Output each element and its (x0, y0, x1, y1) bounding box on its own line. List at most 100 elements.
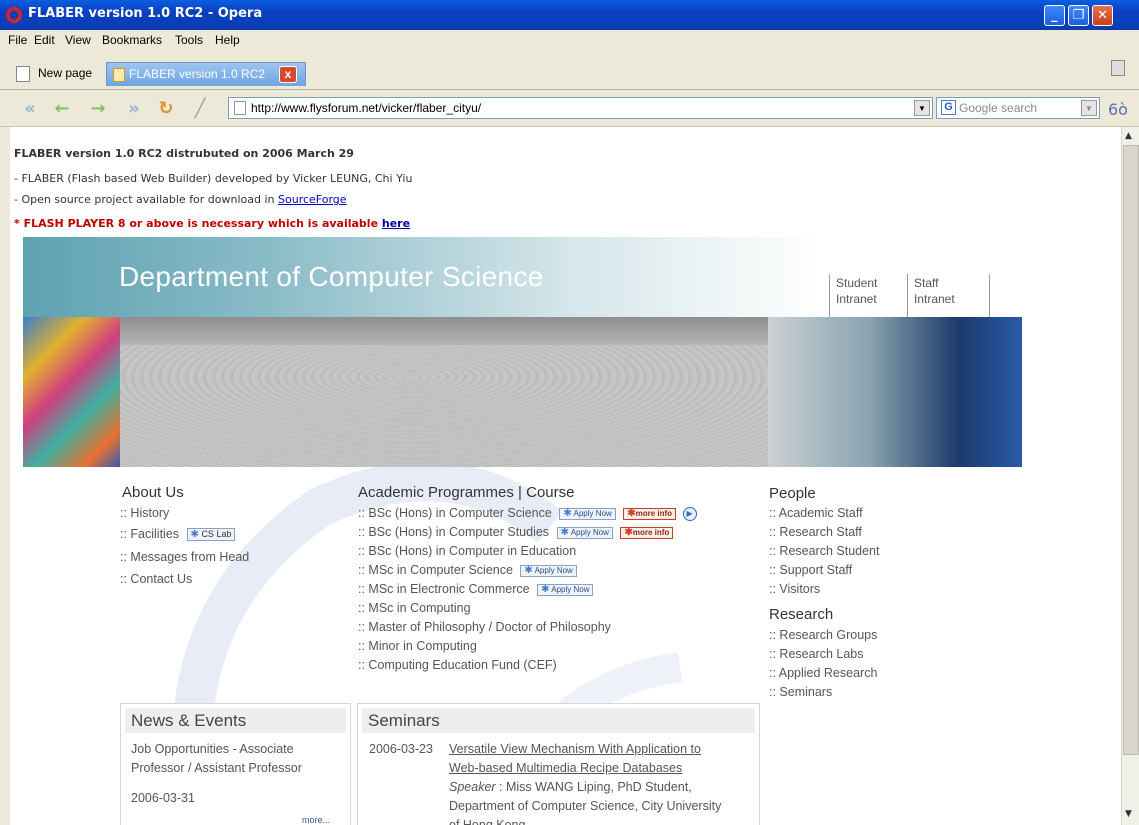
research-student-link[interactable]: :: Research Student (769, 544, 879, 558)
divider (907, 274, 908, 318)
trash-icon[interactable] (1111, 60, 1125, 76)
vertical-scrollbar[interactable]: ▲ ▼ (1121, 127, 1139, 825)
star-icon: ✱ (190, 529, 199, 541)
star-icon: ✱ (563, 507, 572, 519)
search-engine-dropdown-icon[interactable]: ▼ (1081, 100, 1097, 116)
bsc-computer-science-link[interactable]: :: BSc (Hons) in Computer Science (358, 506, 552, 520)
colorful-art-image (23, 317, 120, 467)
academic-item-row: :: BSc (Hons) in Computer Studies ✱ Appl… (358, 525, 674, 539)
news-more-link[interactable]: more... (302, 815, 330, 825)
apply-now-label: Apply Now (570, 527, 609, 537)
cs-lab-badge[interactable]: ✱ CS Lab (186, 528, 236, 542)
apply-now-label: Apply Now (551, 584, 590, 594)
applied-research-link[interactable]: :: Applied Research (769, 666, 877, 680)
web-page: FLABER version 1.0 RC2 distrubuted on 20… (10, 127, 1121, 825)
star-icon: ✱ (560, 526, 569, 538)
sourceforge-link[interactable]: SourceForge (278, 193, 347, 206)
academic-item-row: :: MSc in Computer Science ✱ Apply Now (358, 563, 577, 577)
research-staff-link[interactable]: :: Research Staff (769, 525, 862, 539)
close-tab-icon[interactable]: x (279, 66, 297, 83)
fast-forward-icon[interactable]: » (124, 99, 144, 119)
edit-icon[interactable]: ╱ (190, 99, 210, 119)
people-heading: People (769, 485, 816, 502)
divider (829, 274, 830, 318)
msc-computing-link[interactable]: :: MSc in Computing (358, 601, 471, 615)
title-bar: FLABER version 1.0 RC2 - Opera _ ❐ ✕ (0, 0, 1139, 30)
flash-warning-text: * FLASH PLAYER 8 or above is necessary w… (14, 217, 382, 230)
address-field[interactable]: http://www.flysforum.net/vicker/flaber_c… (228, 97, 933, 119)
menu-file[interactable]: File (8, 33, 27, 47)
star-icon: ✱ (524, 564, 533, 576)
bsc-computer-studies-link[interactable]: :: BSc (Hons) in Computer Studies (358, 525, 549, 539)
seminars-link[interactable]: :: Seminars (769, 685, 832, 699)
tab-new-page[interactable]: New page (10, 62, 104, 86)
maximize-button[interactable]: ❐ (1068, 5, 1089, 26)
minor-computing-link[interactable]: :: Minor in Computing (358, 639, 477, 653)
go-arrow-icon[interactable]: ▶ (682, 506, 697, 521)
flash-download-link[interactable]: here (382, 217, 410, 230)
about-history-link[interactable]: :: History (120, 506, 169, 520)
department-title: Department of Computer Science (119, 261, 544, 292)
menu-tools[interactable]: Tools (175, 33, 203, 47)
search-input[interactable]: G Google search ▼ (936, 97, 1100, 119)
seminar-date: 2006-03-23 (369, 742, 433, 756)
news-events-heading: News & Events (125, 708, 346, 733)
bsc-computer-education-link[interactable]: :: BSc (Hons) in Computer in Education (358, 544, 576, 558)
student-intranet-link[interactable]: Student Intranet (836, 275, 877, 307)
left-panel-edge (0, 127, 10, 825)
research-heading: Research (769, 606, 834, 623)
support-staff-link[interactable]: :: Support Staff (769, 563, 852, 577)
seminar-title-link-2[interactable]: Web-based Multimedia Recipe Databases (449, 759, 721, 778)
scrollbar-thumb[interactable] (1123, 145, 1139, 755)
flash-warning: * FLASH PLAYER 8 or above is necessary w… (14, 217, 410, 230)
google-icon: G (941, 100, 956, 115)
apply-now-badge[interactable]: ✱ Apply Now (556, 526, 613, 539)
research-labs-link[interactable]: :: Research Labs (769, 647, 864, 661)
research-groups-link[interactable]: :: Research Groups (769, 628, 877, 642)
staff-intranet-link[interactable]: Staff Intranet (914, 275, 955, 307)
star-icon: ✱ (627, 507, 636, 519)
scroll-down-icon[interactable]: ▼ (1125, 809, 1135, 819)
apply-now-label: Apply Now (534, 565, 573, 575)
students-computer-lab-image (768, 317, 1022, 467)
rewind-icon[interactable]: « (20, 99, 40, 119)
menu-help[interactable]: Help (215, 33, 240, 47)
mphil-phd-link[interactable]: :: Master of Philosophy / Doctor of Phil… (358, 620, 611, 634)
staff-intranet-label-1: Staff (914, 276, 939, 290)
about-facilities-row: :: Facilities ✱ CS Lab (120, 527, 236, 542)
apply-now-badge[interactable]: ✱ Apply Now (537, 583, 594, 596)
reload-icon[interactable]: ↻ (156, 99, 176, 119)
about-facilities-link[interactable]: :: Facilities (120, 527, 179, 541)
more-info-label: more info (635, 508, 673, 518)
about-messages-link[interactable]: :: Messages from Head (120, 550, 249, 564)
more-info-badge[interactable]: ✱more info (620, 526, 674, 539)
msc-electronic-commerce-link[interactable]: :: MSc in Electronic Commerce (358, 582, 530, 596)
news-item-link[interactable]: Job Opportunities - Associate Professor … (131, 740, 302, 778)
more-info-label: more info (632, 527, 670, 537)
menu-edit[interactable]: Edit (34, 33, 55, 47)
apply-now-badge[interactable]: ✱ Apply Now (559, 507, 616, 520)
chevron-down-icon[interactable]: ▼ (914, 100, 930, 116)
academic-staff-link[interactable]: :: Academic Staff (769, 506, 863, 520)
page-viewport: FLABER version 1.0 RC2 distrubuted on 20… (10, 127, 1121, 825)
page-icon (113, 68, 125, 82)
minimize-button[interactable]: _ (1044, 5, 1065, 26)
menu-view[interactable]: View (65, 33, 91, 47)
visitors-link[interactable]: :: Visitors (769, 582, 820, 596)
computing-education-fund-link[interactable]: :: Computing Education Fund (CEF) (358, 658, 557, 672)
seminar-affiliation-2: of Hong Kong (449, 818, 526, 825)
forward-icon[interactable]: → (88, 99, 108, 119)
glasses-icon[interactable]: 6ò (1108, 100, 1128, 119)
more-info-badge[interactable]: ✱more info (623, 507, 677, 520)
close-button[interactable]: ✕ (1092, 5, 1113, 26)
about-contact-link[interactable]: :: Contact Us (120, 572, 192, 586)
window-title: FLABER version 1.0 RC2 - Opera (28, 6, 263, 21)
msc-computer-science-link[interactable]: :: MSc in Computer Science (358, 563, 513, 577)
back-icon[interactable]: ← (52, 99, 72, 119)
tab-flaber[interactable]: FLABER version 1.0 RC2 x (106, 62, 306, 86)
scroll-up-icon[interactable]: ▲ (1125, 131, 1135, 141)
news-events-panel: News & Events Job Opportunities - Associ… (120, 703, 351, 825)
seminar-title-link-1[interactable]: Versatile View Mechanism With Applicatio… (449, 740, 721, 759)
menu-bookmarks[interactable]: Bookmarks (102, 33, 162, 47)
apply-now-badge[interactable]: ✱ Apply Now (520, 564, 577, 577)
